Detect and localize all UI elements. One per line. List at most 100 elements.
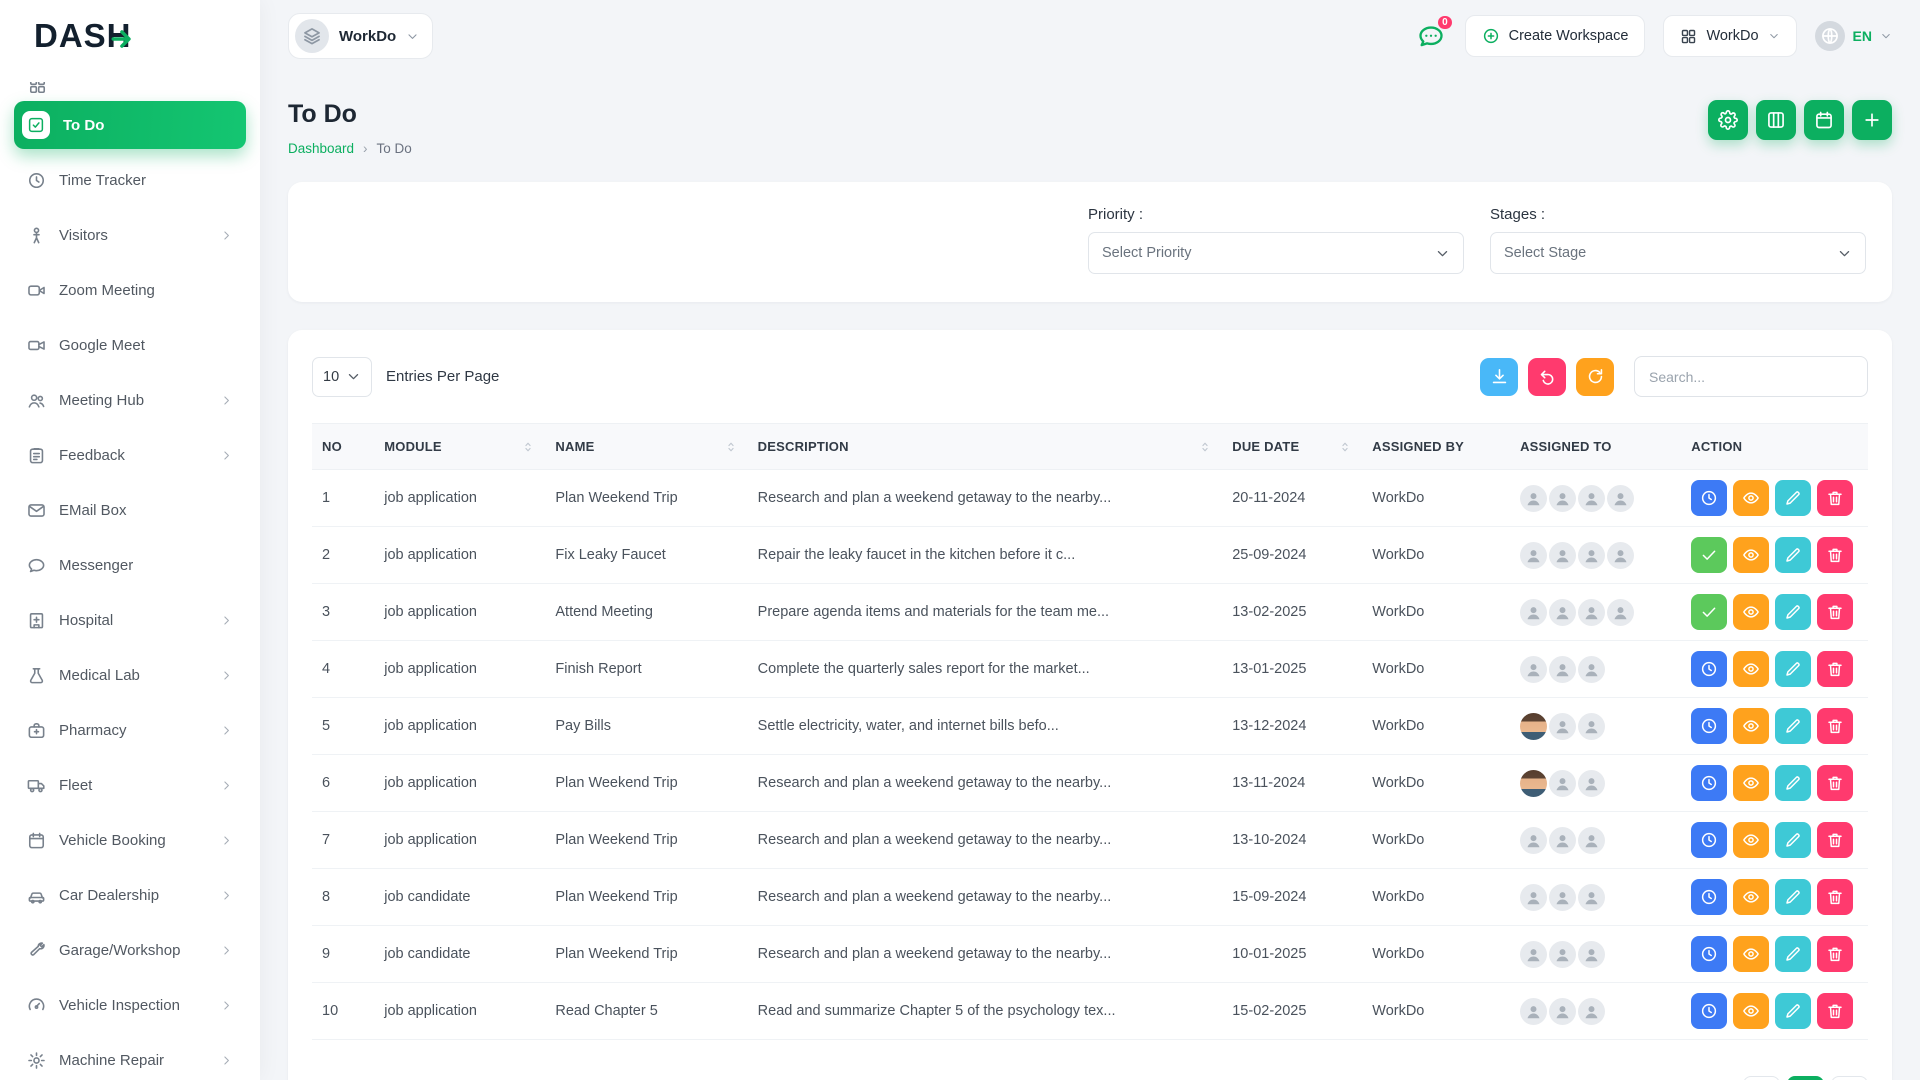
pencil-action-button[interactable] bbox=[1775, 822, 1811, 858]
assignee-avatar[interactable] bbox=[1520, 884, 1547, 911]
assignee-avatar[interactable] bbox=[1607, 599, 1634, 626]
stage-select[interactable]: Select Stage bbox=[1490, 232, 1866, 274]
clock-action-button[interactable] bbox=[1691, 765, 1727, 801]
sidebar-item-partial[interactable] bbox=[28, 82, 48, 93]
assignee-avatar[interactable] bbox=[1549, 941, 1576, 968]
assignee-avatar[interactable] bbox=[1578, 656, 1605, 683]
assignee-avatar[interactable] bbox=[1520, 485, 1547, 512]
trash-action-button[interactable] bbox=[1817, 594, 1853, 630]
sidebar-item-garage-workshop[interactable]: Garage/Workshop bbox=[14, 926, 246, 974]
assignee-avatar[interactable] bbox=[1549, 656, 1576, 683]
refresh-button[interactable] bbox=[1576, 358, 1614, 396]
eye-action-button[interactable] bbox=[1733, 651, 1769, 687]
export-button[interactable] bbox=[1480, 358, 1518, 396]
trash-action-button[interactable] bbox=[1817, 936, 1853, 972]
priority-select[interactable]: Select Priority bbox=[1088, 232, 1464, 274]
eye-action-button[interactable] bbox=[1733, 537, 1769, 573]
pencil-action-button[interactable] bbox=[1775, 993, 1811, 1029]
assignee-avatar[interactable] bbox=[1607, 542, 1634, 569]
sidebar-item-zoom-meeting[interactable]: Zoom Meeting bbox=[14, 266, 246, 314]
settings-button[interactable] bbox=[1708, 100, 1748, 140]
pencil-action-button[interactable] bbox=[1775, 879, 1811, 915]
eye-action-button[interactable] bbox=[1733, 594, 1769, 630]
eye-action-button[interactable] bbox=[1733, 993, 1769, 1029]
trash-action-button[interactable] bbox=[1817, 708, 1853, 744]
app-logo[interactable]: DASH bbox=[0, 0, 260, 72]
workspace-switcher[interactable]: WorkDo bbox=[288, 13, 433, 59]
assignee-avatar[interactable] bbox=[1520, 599, 1547, 626]
clock-action-button[interactable] bbox=[1691, 936, 1727, 972]
assignee-avatar[interactable] bbox=[1549, 884, 1576, 911]
assignee-avatar[interactable] bbox=[1520, 998, 1547, 1025]
pagination-next[interactable]: › bbox=[1831, 1076, 1868, 1080]
assignee-avatar[interactable] bbox=[1578, 485, 1605, 512]
sidebar-item-pharmacy[interactable]: Pharmacy bbox=[14, 706, 246, 754]
sidebar-item-meeting-hub[interactable]: Meeting Hub bbox=[14, 376, 246, 424]
create-workspace-button[interactable]: Create Workspace bbox=[1465, 15, 1646, 57]
sidebar-item-medical-lab[interactable]: Medical Lab bbox=[14, 651, 246, 699]
pencil-action-button[interactable] bbox=[1775, 708, 1811, 744]
assignee-avatar[interactable] bbox=[1578, 941, 1605, 968]
search-input[interactable] bbox=[1634, 356, 1868, 397]
clock-action-button[interactable] bbox=[1691, 993, 1727, 1029]
trash-action-button[interactable] bbox=[1817, 993, 1853, 1029]
assignee-avatar[interactable] bbox=[1578, 542, 1605, 569]
assignee-avatar[interactable] bbox=[1520, 656, 1547, 683]
assignee-avatar[interactable] bbox=[1549, 998, 1576, 1025]
language-selector[interactable]: EN bbox=[1815, 21, 1892, 51]
sidebar-item-messenger[interactable]: Messenger bbox=[14, 541, 246, 589]
sidebar-item-feedback[interactable]: Feedback bbox=[14, 431, 246, 479]
eye-action-button[interactable] bbox=[1733, 708, 1769, 744]
clock-action-button[interactable] bbox=[1691, 879, 1727, 915]
sidebar-item-fleet[interactable]: Fleet bbox=[14, 761, 246, 809]
sidebar-item-visitors[interactable]: Visitors bbox=[14, 211, 246, 259]
assignee-photo-avatar[interactable] bbox=[1520, 770, 1547, 797]
eye-action-button[interactable] bbox=[1733, 765, 1769, 801]
pagination-previous[interactable]: ‹ bbox=[1743, 1076, 1780, 1080]
assignee-avatar[interactable] bbox=[1578, 713, 1605, 740]
assignee-avatar[interactable] bbox=[1549, 770, 1576, 797]
clock-action-button[interactable] bbox=[1691, 651, 1727, 687]
assignee-avatar[interactable] bbox=[1549, 827, 1576, 854]
sidebar-item-time-tracker[interactable]: Time Tracker bbox=[14, 156, 246, 204]
trash-action-button[interactable] bbox=[1817, 480, 1853, 516]
pencil-action-button[interactable] bbox=[1775, 480, 1811, 516]
sidebar-item-vehicle-inspection[interactable]: Vehicle Inspection bbox=[14, 981, 246, 1029]
trash-action-button[interactable] bbox=[1817, 822, 1853, 858]
eye-action-button[interactable] bbox=[1733, 879, 1769, 915]
calendar-view-button[interactable] bbox=[1804, 100, 1844, 140]
sidebar-item-email-box[interactable]: EMail Box bbox=[14, 486, 246, 534]
add-todo-button[interactable] bbox=[1852, 100, 1892, 140]
reset-button[interactable] bbox=[1528, 358, 1566, 396]
check-action-button[interactable] bbox=[1691, 537, 1727, 573]
eye-action-button[interactable] bbox=[1733, 936, 1769, 972]
pagination-page-1[interactable]: 1 bbox=[1787, 1076, 1824, 1080]
column-header-due-date[interactable]: DUE DATE bbox=[1222, 424, 1362, 470]
assignee-avatar[interactable] bbox=[1578, 998, 1605, 1025]
column-header-description[interactable]: DESCRIPTION bbox=[748, 424, 1223, 470]
sidebar-item-to-do[interactable]: To Do bbox=[14, 101, 246, 149]
assignee-avatar[interactable] bbox=[1578, 884, 1605, 911]
breadcrumb-dashboard-link[interactable]: Dashboard bbox=[288, 141, 354, 156]
messages-button[interactable]: 0 bbox=[1415, 20, 1447, 52]
workspace-menu-button[interactable]: WorkDo bbox=[1663, 15, 1796, 57]
eye-action-button[interactable] bbox=[1733, 822, 1769, 858]
trash-action-button[interactable] bbox=[1817, 537, 1853, 573]
sidebar-item-machine-repair[interactable]: Machine Repair bbox=[14, 1036, 246, 1080]
columns-view-button[interactable] bbox=[1756, 100, 1796, 140]
clock-action-button[interactable] bbox=[1691, 822, 1727, 858]
pencil-action-button[interactable] bbox=[1775, 594, 1811, 630]
entries-per-page-select[interactable]: 10 bbox=[312, 357, 372, 397]
sidebar-item-google-meet[interactable]: Google Meet bbox=[14, 321, 246, 369]
assignee-avatar[interactable] bbox=[1607, 485, 1634, 512]
pencil-action-button[interactable] bbox=[1775, 765, 1811, 801]
trash-action-button[interactable] bbox=[1817, 879, 1853, 915]
pencil-action-button[interactable] bbox=[1775, 936, 1811, 972]
assignee-avatar[interactable] bbox=[1578, 827, 1605, 854]
assignee-avatar[interactable] bbox=[1578, 599, 1605, 626]
column-header-name[interactable]: NAME bbox=[545, 424, 747, 470]
sidebar-item-vehicle-booking[interactable]: Vehicle Booking bbox=[14, 816, 246, 864]
assignee-avatar[interactable] bbox=[1578, 770, 1605, 797]
pencil-action-button[interactable] bbox=[1775, 537, 1811, 573]
sidebar-item-car-dealership[interactable]: Car Dealership bbox=[14, 871, 246, 919]
